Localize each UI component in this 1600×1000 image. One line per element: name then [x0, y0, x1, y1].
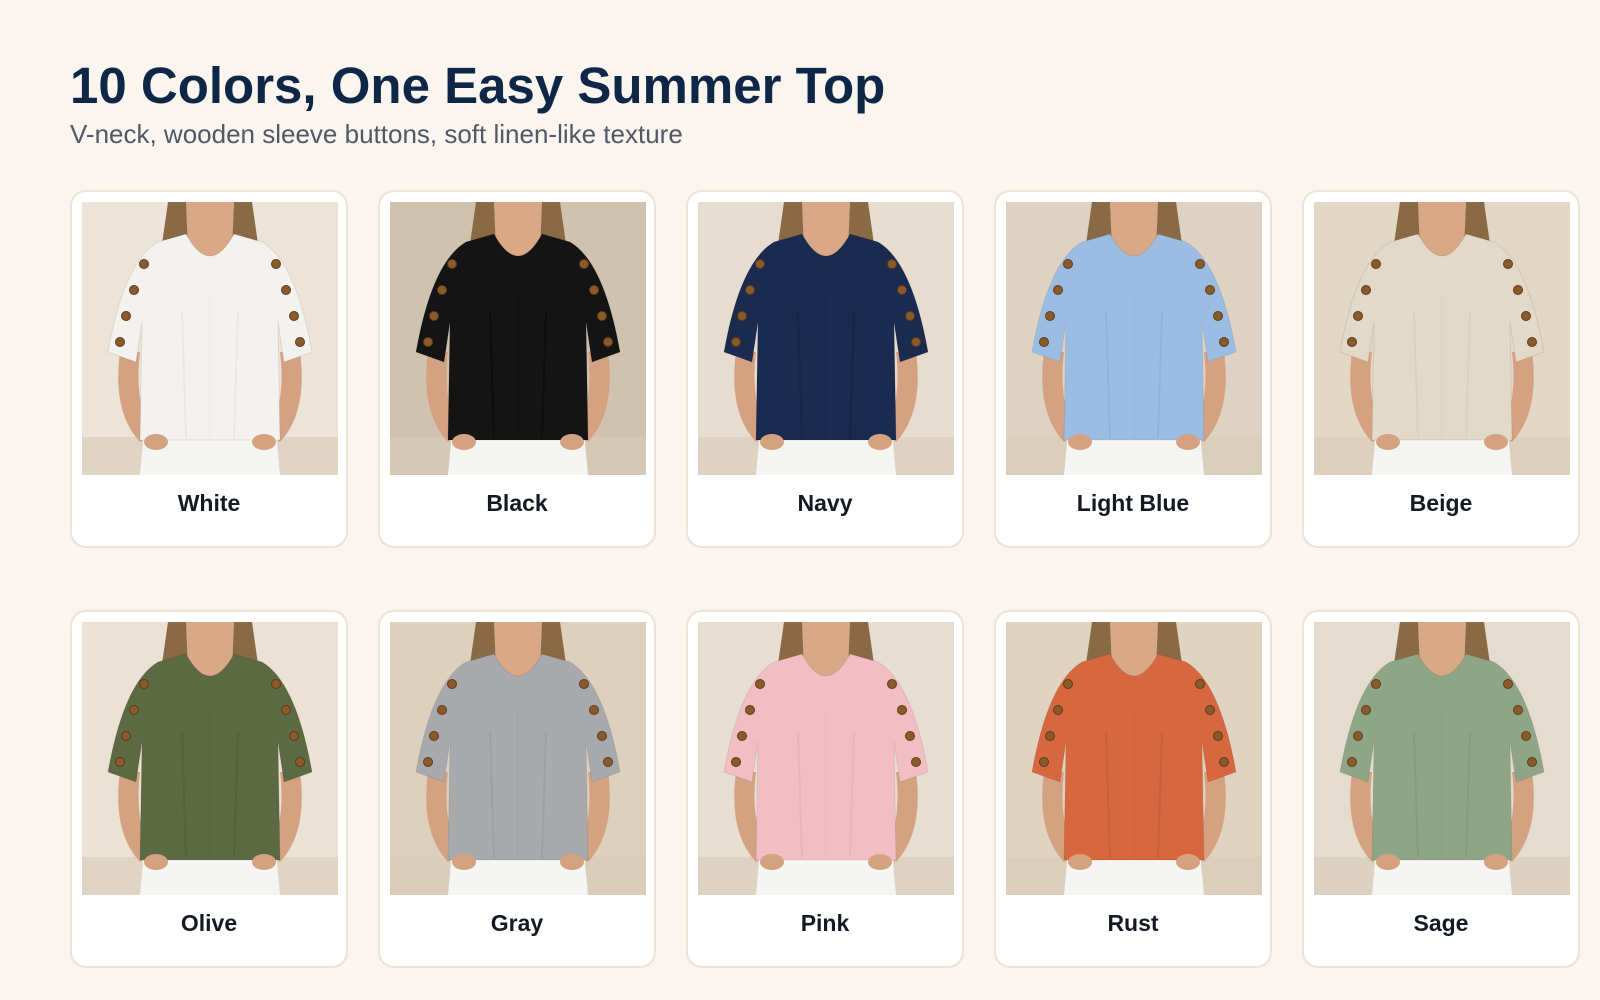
color-card-navy[interactable]: Navy — [686, 190, 964, 548]
product-photo[interactable] — [82, 622, 338, 895]
page-title: 10 Colors, One Easy Summer Top — [70, 57, 886, 114]
top-illustration — [390, 202, 646, 475]
product-photo[interactable] — [1314, 622, 1570, 895]
product-photo[interactable] — [698, 622, 954, 895]
product-photo[interactable] — [1006, 622, 1262, 895]
color-card-white[interactable]: White — [70, 190, 348, 548]
color-label: Navy — [797, 490, 853, 516]
top-illustration — [1314, 622, 1570, 895]
color-card-pink[interactable]: Pink — [686, 610, 964, 968]
color-label: Rust — [1107, 910, 1159, 936]
top-illustration — [82, 622, 338, 895]
color-card-beige[interactable]: Beige — [1302, 190, 1580, 548]
top-illustration — [698, 622, 954, 895]
product-photo[interactable] — [1314, 202, 1570, 475]
color-card-olive[interactable]: Olive — [70, 610, 348, 968]
top-illustration — [1314, 202, 1570, 475]
product-photo[interactable] — [1006, 202, 1262, 475]
color-grid: White Black Navy Light Blue Beige Olive Gray Pi… — [70, 190, 1580, 968]
product-photo[interactable] — [390, 202, 646, 475]
product-photo[interactable] — [82, 202, 338, 475]
color-label: Olive — [180, 910, 238, 936]
color-label: Gray — [490, 910, 544, 936]
top-illustration — [1006, 202, 1262, 475]
color-card-gray[interactable]: Gray — [378, 610, 656, 968]
color-label: Beige — [1409, 490, 1473, 516]
product-photo[interactable] — [390, 622, 646, 895]
top-illustration — [698, 202, 954, 475]
top-illustration — [1006, 622, 1262, 895]
color-card-light-blue[interactable]: Light Blue — [994, 190, 1272, 548]
color-label: Black — [486, 490, 548, 516]
color-card-sage[interactable]: Sage — [1302, 610, 1580, 968]
top-illustration — [390, 622, 646, 895]
color-label: Sage — [1413, 910, 1469, 936]
page-subtitle: V-neck, wooden sleeve buttons, soft line… — [70, 119, 683, 149]
top-illustration — [82, 202, 338, 475]
page-header: 10 Colors, One Easy Summer Top V-neck, w… — [70, 56, 885, 149]
color-card-black[interactable]: Black — [378, 190, 656, 548]
color-label: Pink — [800, 910, 850, 936]
color-label: White — [177, 490, 241, 516]
product-photo[interactable] — [698, 202, 954, 475]
color-label: Light Blue — [1076, 490, 1190, 516]
color-card-rust[interactable]: Rust — [994, 610, 1272, 968]
